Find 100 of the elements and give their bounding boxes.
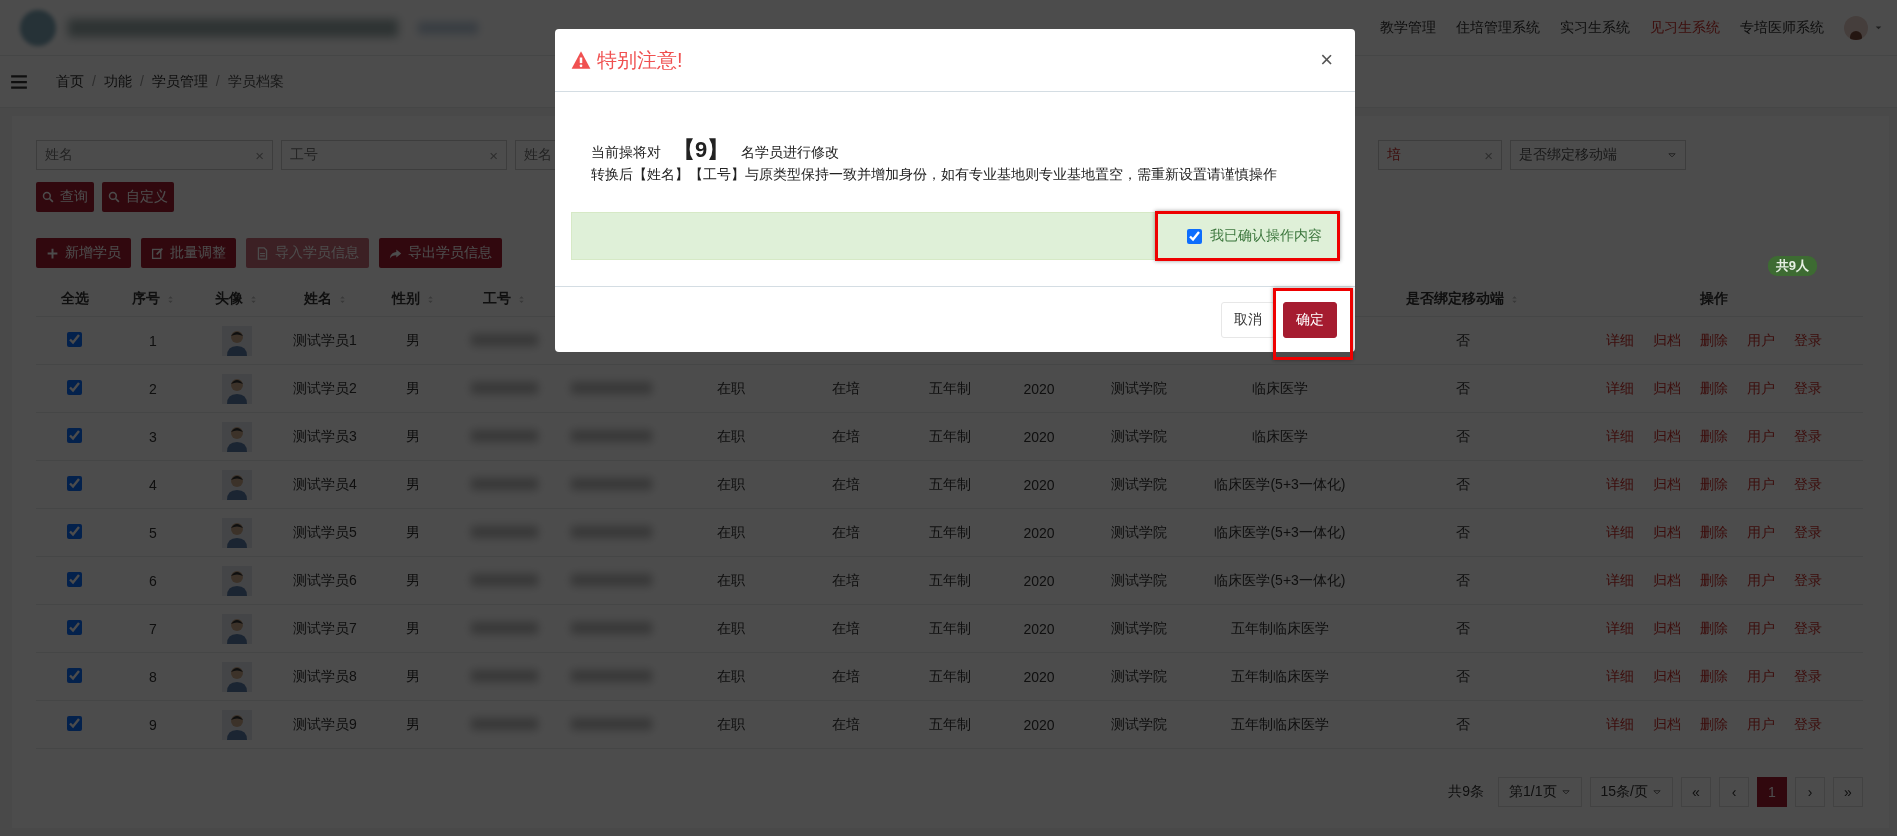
program-cell: 五年制 bbox=[929, 379, 971, 396]
year-cell: 2020 bbox=[1023, 476, 1055, 493]
breadcrumb-separator: / bbox=[92, 72, 96, 91]
training-cell: 在培 bbox=[832, 379, 860, 396]
row-action-link[interactable]: 删除 bbox=[1700, 667, 1728, 686]
column-header[interactable]: 工号 bbox=[483, 290, 526, 308]
row-number: 1 bbox=[149, 332, 157, 349]
row-action-link[interactable]: 删除 bbox=[1700, 523, 1728, 542]
row-action-link[interactable]: 删除 bbox=[1700, 427, 1728, 446]
breadcrumb-separator: / bbox=[215, 72, 220, 91]
column-header[interactable]: 头像 bbox=[215, 290, 258, 308]
row-action-link[interactable]: 登录 bbox=[1794, 427, 1822, 446]
row-action-link[interactable]: 用户 bbox=[1747, 667, 1775, 686]
breadcrumb-separator: / bbox=[139, 72, 144, 91]
confirm-checkbox[interactable] bbox=[1187, 228, 1202, 244]
row-action-link[interactable]: 用户 bbox=[1747, 619, 1775, 638]
row-number: 8 bbox=[149, 668, 157, 685]
row-action-link[interactable]: 详细 bbox=[1606, 379, 1634, 398]
modal-title: 特别注意! bbox=[597, 47, 683, 73]
major-cell: 临床医学(5+3一体化) bbox=[1214, 475, 1346, 492]
mobile-bound-cell: 否 bbox=[1455, 571, 1470, 588]
status-cell: 在职 bbox=[717, 475, 745, 492]
status-cell: 在职 bbox=[717, 571, 745, 588]
column-header[interactable]: 性别 bbox=[391, 290, 435, 308]
college-cell: 测试学院 bbox=[1111, 379, 1167, 396]
row-action-link[interactable]: 登录 bbox=[1794, 667, 1822, 686]
column-header[interactable]: 姓名 bbox=[303, 290, 347, 308]
row-action-link[interactable]: 删除 bbox=[1700, 475, 1728, 494]
program-cell: 五年制 bbox=[929, 571, 971, 588]
training-cell: 在培 bbox=[832, 571, 860, 588]
row-action-link[interactable]: 用户 bbox=[1747, 379, 1775, 398]
row-action-link[interactable]: 归档 bbox=[1653, 427, 1681, 446]
row-action-link[interactable]: 用户 bbox=[1747, 475, 1775, 494]
major-cell: 五年制临床医学 bbox=[1231, 667, 1329, 684]
row-action-link[interactable]: 登录 bbox=[1794, 571, 1822, 590]
row-action-link[interactable]: 用户 bbox=[1747, 331, 1775, 350]
gender-cell: 男 bbox=[406, 667, 420, 684]
row-action-link[interactable]: 归档 bbox=[1653, 715, 1681, 734]
gender-cell: 男 bbox=[406, 571, 420, 588]
row-action-link[interactable]: 详细 bbox=[1606, 523, 1634, 542]
year-cell: 2020 bbox=[1023, 380, 1055, 397]
row-action-link[interactable]: 删除 bbox=[1700, 571, 1728, 590]
row-action-link[interactable]: 归档 bbox=[1653, 619, 1681, 638]
total-count: 共9条 bbox=[1448, 783, 1485, 801]
row-action-link[interactable]: 归档 bbox=[1653, 379, 1681, 398]
status-cell: 在职 bbox=[717, 619, 745, 636]
status-cell: 在职 bbox=[717, 523, 745, 540]
row-action-link[interactable]: 登录 bbox=[1794, 475, 1822, 494]
column-header: 操作 bbox=[1700, 290, 1728, 308]
row-number: 5 bbox=[149, 524, 157, 541]
row-action-link[interactable]: 归档 bbox=[1653, 523, 1681, 542]
cancel-button[interactable]: 取消 bbox=[1221, 301, 1275, 338]
row-action-link[interactable]: 登录 bbox=[1794, 619, 1822, 638]
row-action-link[interactable]: 用户 bbox=[1747, 715, 1775, 734]
row-action-link[interactable]: 归档 bbox=[1653, 331, 1681, 350]
mobile-bound-cell: 否 bbox=[1455, 427, 1470, 444]
row-action-link[interactable]: 用户 bbox=[1747, 571, 1775, 590]
row-action-link[interactable]: 归档 bbox=[1653, 667, 1681, 686]
row-action-link[interactable]: 详细 bbox=[1606, 475, 1634, 494]
mobile-bound-cell: 否 bbox=[1455, 715, 1470, 732]
row-number: 4 bbox=[149, 476, 157, 493]
column-header[interactable]: 序号 bbox=[131, 290, 175, 308]
row-action-link[interactable]: 详细 bbox=[1606, 619, 1634, 638]
row-action-link[interactable]: 删除 bbox=[1700, 619, 1728, 638]
college-cell: 测试学院 bbox=[1111, 475, 1167, 492]
row-action-link[interactable]: 详细 bbox=[1606, 667, 1634, 686]
row-action-link[interactable]: 登录 bbox=[1794, 715, 1822, 734]
row-action-link[interactable]: 用户 bbox=[1747, 523, 1775, 542]
program-cell: 五年制 bbox=[929, 715, 971, 732]
program-cell: 五年制 bbox=[929, 475, 971, 492]
program-cell: 五年制 bbox=[929, 523, 971, 540]
row-action-link[interactable]: 详细 bbox=[1606, 715, 1634, 734]
breadcrumb-link[interactable]: 功能 bbox=[103, 72, 132, 91]
major-cell: 临床医学(5+3一体化) bbox=[1214, 571, 1346, 588]
row-action-link[interactable]: 登录 bbox=[1794, 331, 1822, 350]
row-action-link[interactable]: 登录 bbox=[1794, 523, 1822, 542]
row-action-link[interactable]: 用户 bbox=[1747, 427, 1775, 446]
student-name: 测试学员9 bbox=[293, 715, 357, 732]
training-cell: 在培 bbox=[832, 475, 860, 492]
column-header[interactable]: 是否绑定移动端 bbox=[1406, 290, 1519, 308]
major-cell: 五年制临床医学 bbox=[1231, 619, 1329, 636]
college-cell: 测试学院 bbox=[1111, 715, 1167, 732]
mobile-bound-cell: 否 bbox=[1455, 475, 1470, 492]
row-action-link[interactable]: 归档 bbox=[1653, 475, 1681, 494]
breadcrumb-link[interactable]: 首页 bbox=[56, 72, 84, 91]
year-cell: 2020 bbox=[1023, 572, 1055, 589]
confirm-button[interactable]: 确定 bbox=[1283, 301, 1337, 338]
row-number: 3 bbox=[149, 428, 157, 445]
row-action-link[interactable]: 删除 bbox=[1700, 331, 1728, 350]
row-action-link[interactable]: 详细 bbox=[1606, 571, 1634, 590]
college-cell: 测试学院 bbox=[1111, 427, 1167, 444]
row-action-link[interactable]: 删除 bbox=[1700, 379, 1728, 398]
row-action-link[interactable]: 登录 bbox=[1794, 379, 1822, 398]
major-cell: 临床医学(5+3一体化) bbox=[1214, 523, 1346, 540]
row-action-link[interactable]: 详细 bbox=[1606, 331, 1634, 350]
close-button[interactable]: × bbox=[1314, 46, 1339, 74]
row-action-link[interactable]: 删除 bbox=[1700, 715, 1728, 734]
row-action-link[interactable]: 归档 bbox=[1653, 571, 1681, 590]
row-action-link[interactable]: 详细 bbox=[1606, 427, 1634, 446]
year-cell: 2020 bbox=[1023, 524, 1055, 541]
